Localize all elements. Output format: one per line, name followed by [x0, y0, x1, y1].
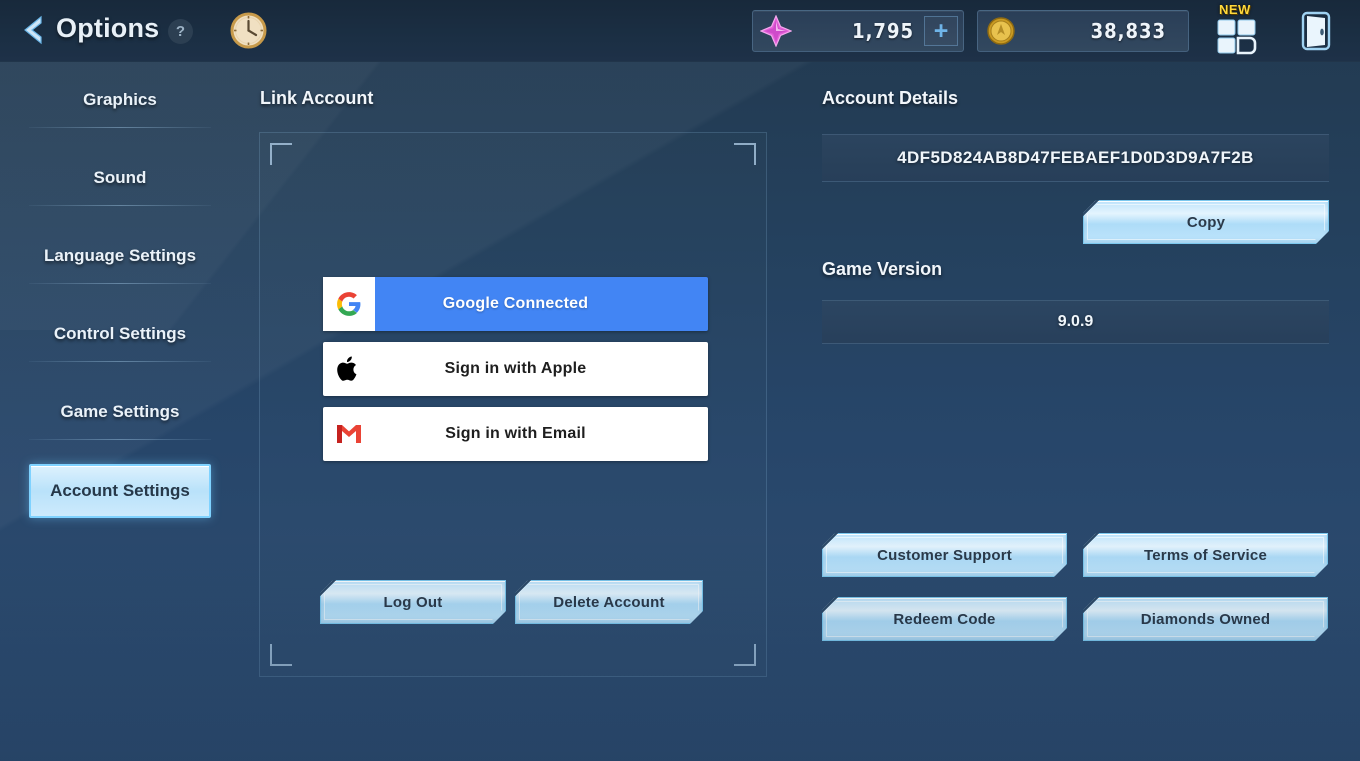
add-gems-label: + — [933, 16, 949, 45]
sidebar-label: Control Settings — [53, 324, 187, 343]
email-signin-label: Sign in with Email — [445, 425, 586, 442]
apple-signin-label: Sign in with Apple — [444, 360, 587, 377]
customer-support-label: Customer Support — [877, 546, 1012, 564]
new-badge: NEW — [1219, 2, 1251, 17]
redeem-code-label: Redeem Code — [893, 610, 996, 628]
signin-provider-list: Google Connected Sign in with Apple Sign… — [323, 277, 708, 472]
sidebar-label: Graphics — [83, 90, 157, 109]
copy-label: Copy — [1186, 213, 1226, 231]
gold-currency-bar: 38,833 — [977, 10, 1189, 52]
corner-bracket-bottom-right — [734, 644, 756, 666]
apple-logo-icon — [323, 342, 375, 396]
account-id-value: 4DF5D824AB8D47FEBAEF1D0D3D9A7F2B — [897, 148, 1254, 167]
google-signin-button[interactable]: Google Connected — [323, 277, 708, 331]
options-screen: Options ? 1,795 + 38,833 NEW Graphics So… — [0, 0, 1360, 761]
page-title: Options — [56, 13, 160, 43]
sidebar-item-control-settings[interactable]: Control Settings — [29, 306, 211, 362]
game-version-heading: Game Version — [822, 259, 943, 279]
grid-menu-button[interactable]: NEW — [1209, 2, 1263, 56]
game-version-field: 9.0.9 — [822, 300, 1329, 344]
apple-signin-button[interactable]: Sign in with Apple — [323, 342, 708, 396]
sidebar-label: Game Settings — [60, 402, 180, 421]
divider — [29, 205, 211, 206]
terms-of-service-button[interactable]: Terms of Service — [1083, 533, 1328, 577]
divider — [29, 127, 211, 128]
sidebar-item-account-settings[interactable]: Account Settings — [29, 464, 211, 518]
help-button[interactable]: ? — [168, 19, 193, 44]
account-details-heading: Account Details — [822, 88, 959, 108]
sidebar-item-game-settings[interactable]: Game Settings — [29, 384, 211, 440]
exit-button[interactable] — [1295, 8, 1337, 54]
game-version-value: 9.0.9 — [1057, 313, 1094, 330]
clock-icon[interactable] — [230, 12, 267, 49]
help-button-label: ? — [175, 23, 186, 40]
google-g-icon — [323, 277, 375, 331]
terms-of-service-label: Terms of Service — [1144, 546, 1267, 564]
corner-bracket-bottom-left — [270, 644, 292, 666]
sidebar-item-graphics[interactable]: Graphics — [29, 72, 211, 128]
sidebar-item-sound[interactable]: Sound — [29, 150, 211, 206]
corner-bracket-top-left — [270, 143, 292, 165]
delete-account-button[interactable]: Delete Account — [515, 580, 703, 624]
divider — [29, 439, 211, 440]
customer-support-button[interactable]: Customer Support — [822, 533, 1067, 577]
account-id-field: 4DF5D824AB8D47FEBAEF1D0D3D9A7F2B — [822, 134, 1329, 182]
account-action-buttons: Log Out Delete Account — [320, 580, 703, 624]
door-exit-icon — [1301, 11, 1331, 51]
google-signin-label: Google Connected — [442, 295, 589, 312]
divider — [29, 361, 211, 362]
copy-button[interactable]: Copy — [1083, 200, 1329, 244]
sidebar-label: Language Settings — [43, 246, 197, 265]
delete-account-label: Delete Account — [553, 593, 665, 611]
gold-value: 38,833 — [1090, 19, 1166, 43]
diamond-icon — [753, 15, 799, 47]
gems-value: 1,795 — [852, 19, 914, 43]
sidebar-item-language-settings[interactable]: Language Settings — [29, 228, 211, 284]
divider — [29, 283, 211, 284]
link-account-panel: Google Connected Sign in with Apple Sign… — [259, 132, 767, 677]
gold-coin-icon — [978, 16, 1024, 46]
settings-sidebar: Graphics Sound Language Settings Control… — [0, 62, 240, 761]
email-signin-button[interactable]: Sign in with Email — [323, 407, 708, 461]
corner-bracket-top-right — [734, 143, 756, 165]
top-header-bar: Options ? 1,795 + 38,833 NEW — [0, 0, 1360, 62]
back-button[interactable] — [10, 7, 56, 53]
log-out-label: Log Out — [383, 593, 443, 611]
link-account-heading: Link Account — [260, 88, 374, 108]
diamonds-owned-button[interactable]: Diamonds Owned — [1083, 597, 1328, 641]
log-out-button[interactable]: Log Out — [320, 580, 506, 624]
redeem-code-button[interactable]: Redeem Code — [822, 597, 1067, 641]
sidebar-label: Account Settings — [50, 481, 190, 500]
add-gems-button[interactable]: + — [924, 16, 958, 46]
gmail-m-icon — [323, 407, 375, 461]
gems-currency-bar: 1,795 + — [752, 10, 964, 52]
diamonds-owned-label: Diamonds Owned — [1140, 610, 1271, 628]
sidebar-label: Sound — [93, 168, 147, 187]
back-chevron-icon — [24, 15, 42, 45]
